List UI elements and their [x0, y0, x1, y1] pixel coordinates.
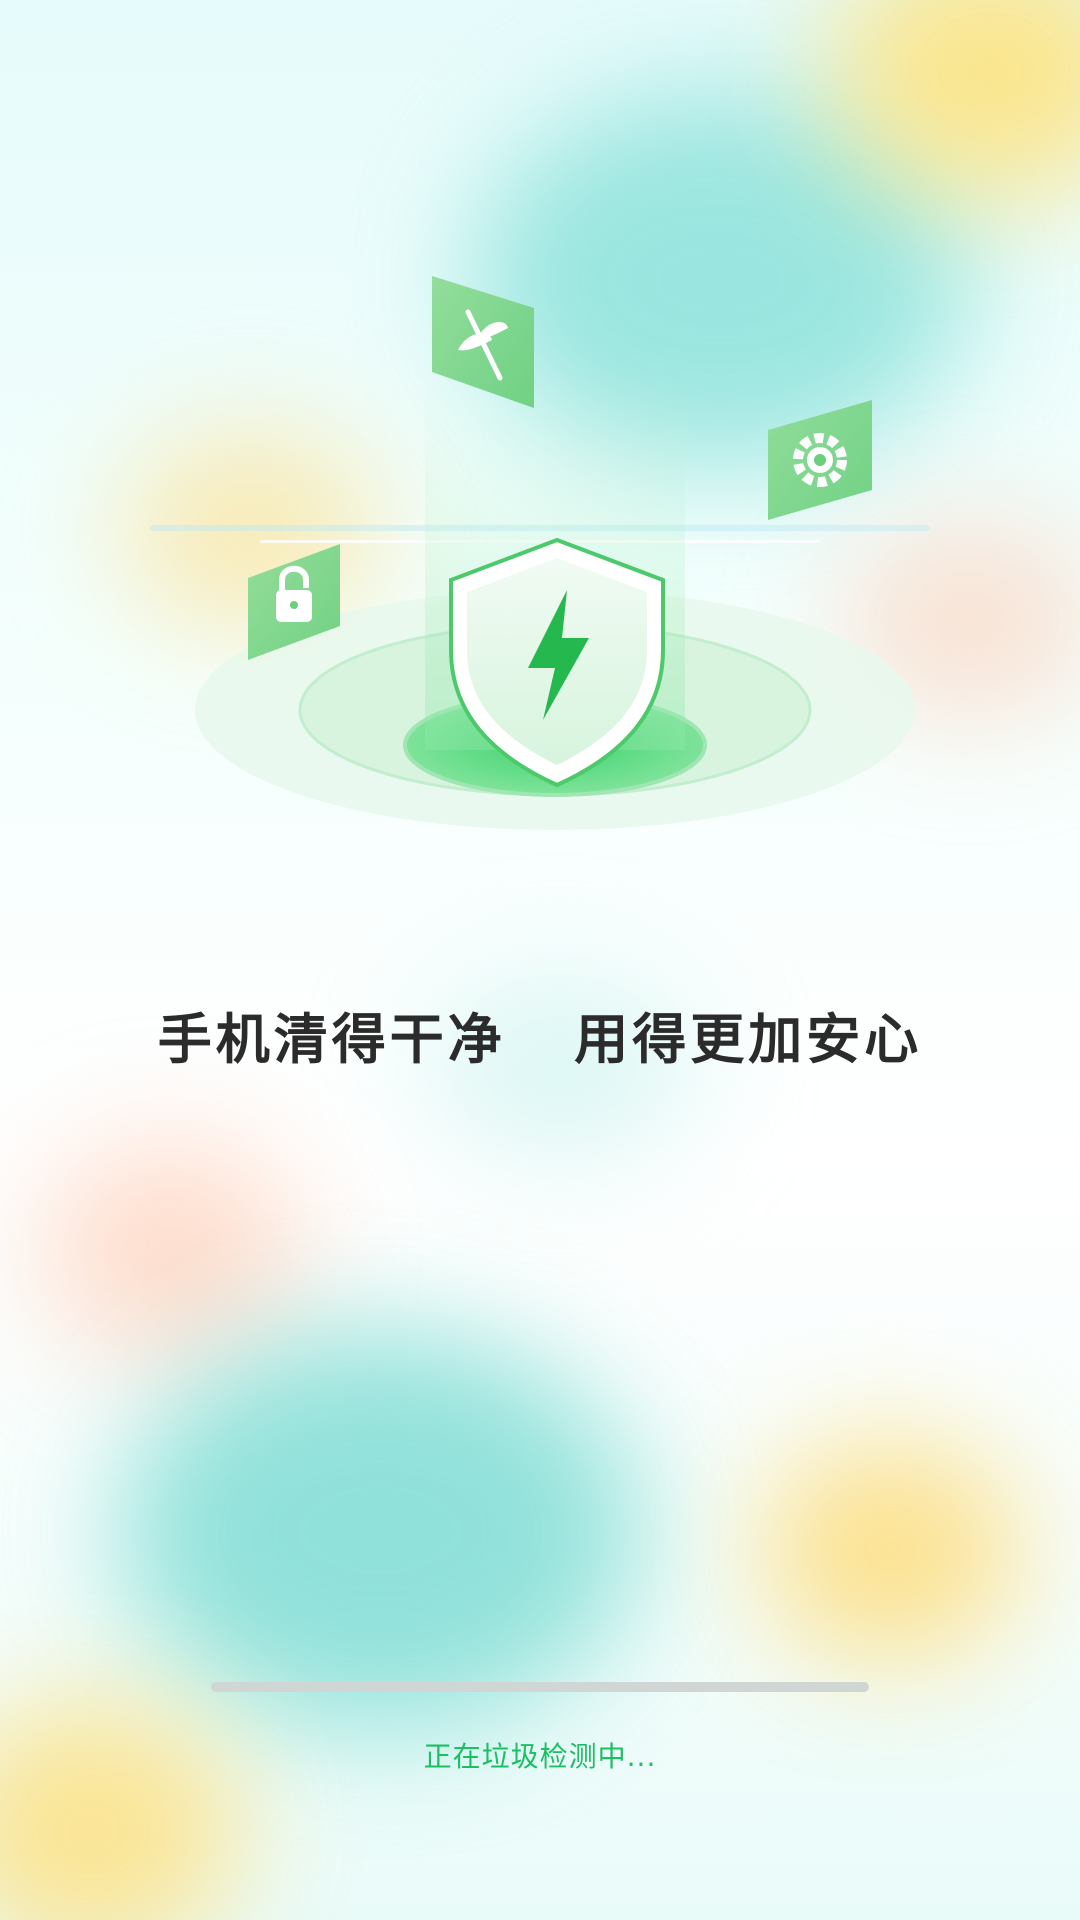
progress-bar [211, 1682, 869, 1692]
bg-blob [760, 1440, 1020, 1660]
slogan-text: 手机清得干净 用得更加安心 [157, 1008, 923, 1071]
status-text: 正在垃圾检测中... [423, 1740, 657, 1773]
bg-blob [40, 1140, 300, 1360]
gear-icon [768, 400, 872, 520]
bg-blob [120, 1330, 640, 1730]
bg-blob [0, 1700, 240, 1920]
splash-screen: 手机清得干净 用得更加安心 正在垃圾检测中... [0, 0, 1080, 1920]
security-illustration [150, 276, 930, 830]
